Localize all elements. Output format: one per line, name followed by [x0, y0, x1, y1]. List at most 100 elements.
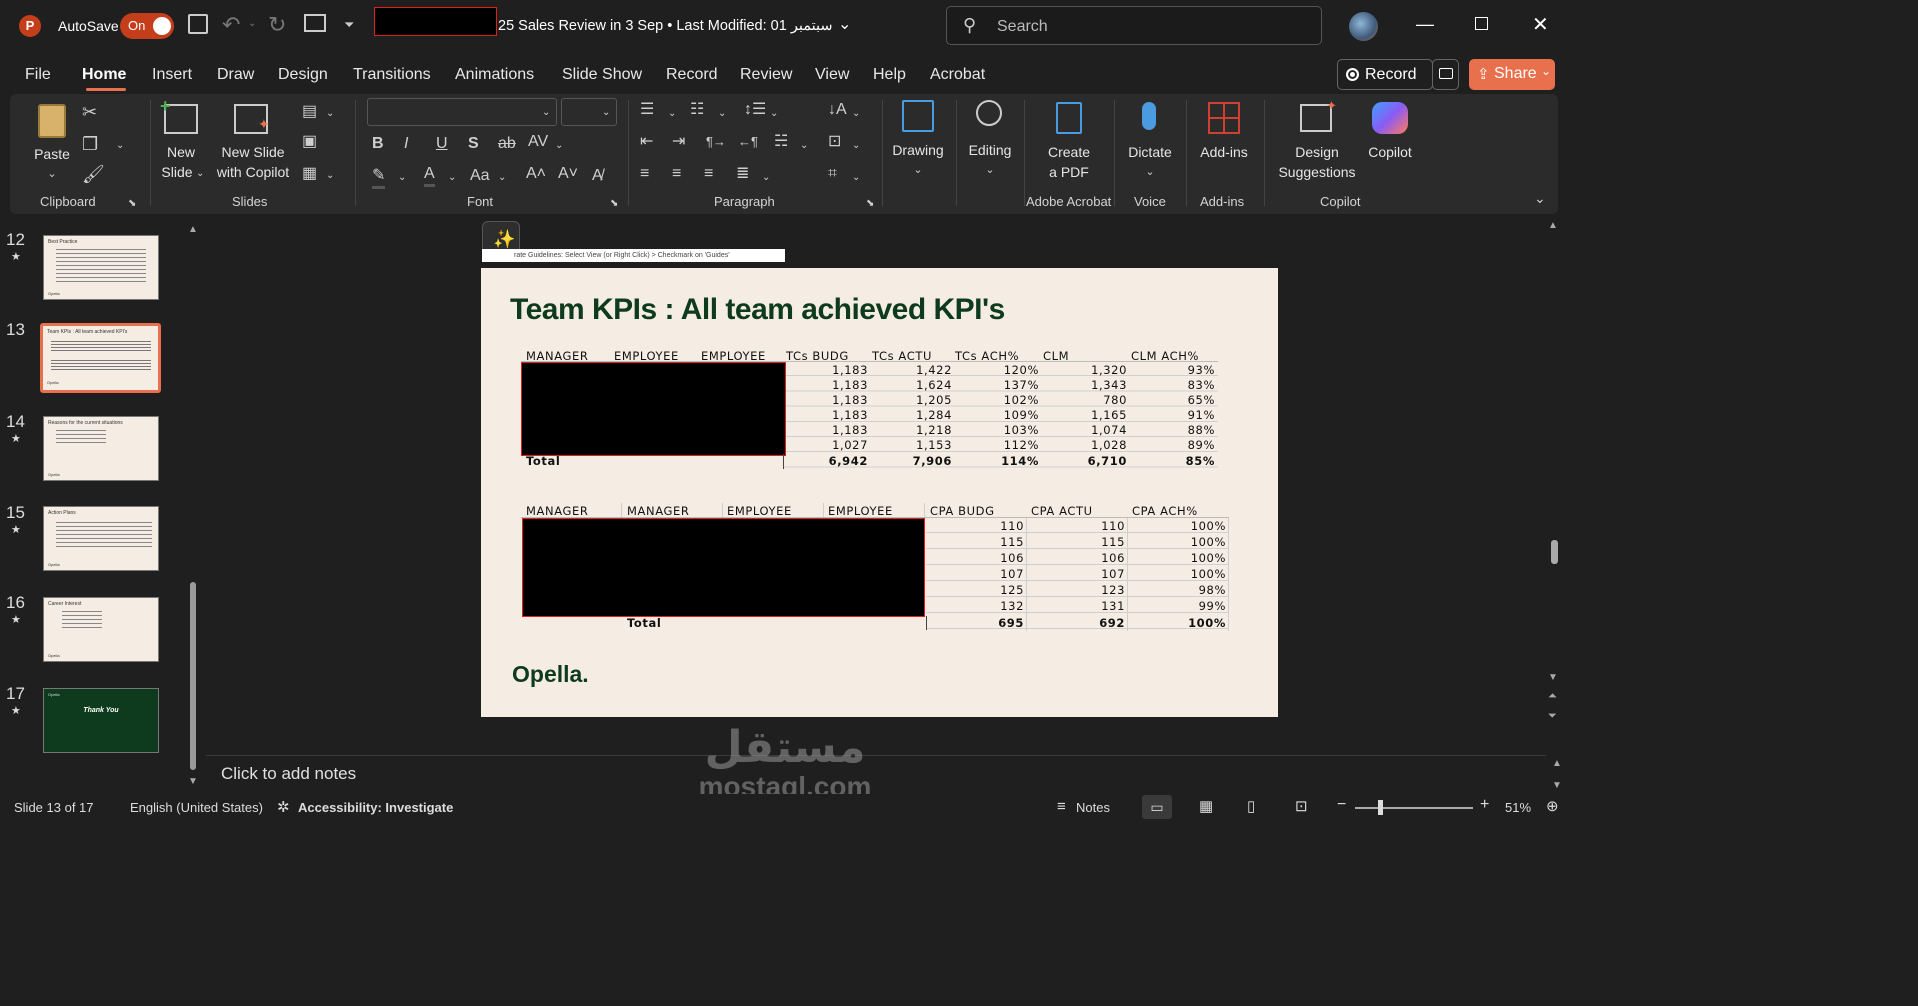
tab-view[interactable]: View — [815, 66, 849, 84]
paste-button[interactable]: Paste ⌄ — [32, 102, 72, 182]
scroll-up-icon[interactable]: ▲ — [188, 224, 198, 235]
notes-placeholder[interactable]: Click to add notes — [221, 764, 356, 784]
next-slide-icon[interactable]: ⏷ — [1548, 710, 1557, 723]
kpi-table-cpa[interactable]: MANAGER MANAGER EMPLOYEE EMPLOYEE CPA BU… — [521, 503, 1229, 631]
language-status[interactable]: English (United States) — [130, 800, 263, 815]
text-direction-icon[interactable]: ↓A — [828, 100, 847, 120]
font-name-dropdown[interactable]: ⌄ — [367, 98, 557, 126]
accessibility-icon[interactable]: ✲ — [277, 798, 290, 816]
tab-draw[interactable]: Draw — [217, 66, 254, 84]
tab-review[interactable]: Review — [740, 66, 792, 84]
drawing-button[interactable]: Drawing ⌄ — [890, 98, 946, 186]
avatar[interactable] — [1349, 12, 1378, 41]
justify-dropdown-icon[interactable]: ⌄ — [762, 168, 770, 188]
undo-dropdown-icon[interactable]: ⌄ — [248, 18, 256, 29]
text-direction-dropdown-icon[interactable]: ⌄ — [852, 104, 860, 124]
kpi-table-tcs-clm[interactable]: MANAGER EMPLOYEE EMPLOYEE TCs BUDG TCs A… — [521, 349, 1218, 470]
search-box[interactable]: ⚲ Search — [946, 6, 1322, 45]
canvas-scroll-up-icon[interactable]: ▲ — [1548, 220, 1558, 231]
smartart-dropdown-icon[interactable]: ⌄ — [852, 168, 860, 188]
canvas-scrollbar[interactable]: ▲ ▼ ⏶ ⏷ — [1548, 220, 1560, 740]
share-button[interactable]: ⇪ Share ⌄ — [1469, 59, 1555, 90]
autosave-toggle[interactable]: On — [120, 13, 174, 39]
copy-icon[interactable]: ❐ — [82, 134, 98, 154]
slideshow-icon[interactable]: ⊡ — [1295, 797, 1308, 815]
previous-slide-icon[interactable]: ⏶ — [1548, 690, 1557, 703]
underline-icon[interactable]: U — [436, 134, 448, 154]
clear-formatting-icon[interactable]: A̸ — [592, 166, 603, 186]
columns-icon[interactable]: ☵ — [774, 132, 788, 152]
font-color-icon[interactable]: A — [424, 164, 435, 187]
normal-view-icon[interactable]: ▭ — [1142, 795, 1172, 819]
present-icon[interactable] — [304, 14, 326, 32]
notes-scroll-down-icon[interactable]: ▼ — [1552, 780, 1562, 791]
bullets-dropdown-icon[interactable]: ⌄ — [668, 104, 676, 124]
notes-icon[interactable]: ≡ — [1057, 798, 1066, 815]
tab-design[interactable]: Design — [278, 66, 328, 84]
design-suggestions-button[interactable]: ✦ Design Suggestions — [1272, 98, 1362, 186]
dictate-button[interactable]: Dictate ⌄ — [1122, 100, 1178, 186]
change-case-dropdown-icon[interactable]: ⌄ — [498, 168, 506, 188]
record-button[interactable]: Record — [1337, 59, 1433, 90]
zoom-slider[interactable] — [1355, 807, 1473, 809]
slide-thumbnail-15[interactable]: Action Plans Opella — [43, 506, 159, 571]
slide-thumbnail-12[interactable]: Best Practice Opella — [43, 235, 159, 300]
increase-font-icon[interactable]: A˄ — [526, 164, 546, 184]
highlight-icon[interactable]: ✎ — [372, 166, 386, 189]
columns-dropdown-icon[interactable]: ⌄ — [800, 136, 808, 156]
font-size-dropdown[interactable]: ⌄ — [561, 98, 617, 126]
undo-icon[interactable]: ↶ — [222, 12, 240, 38]
zoom-in-icon[interactable]: + — [1480, 796, 1489, 814]
slide-thumbnail-13[interactable]: Team KPIs : All team achieved KPI's Opel… — [40, 323, 161, 393]
notes-scroll-up-icon[interactable]: ▲ — [1552, 758, 1562, 769]
tab-home[interactable]: Home — [82, 66, 126, 84]
scroll-thumb[interactable] — [190, 582, 196, 770]
italic-icon[interactable]: I — [404, 134, 408, 154]
minimize-icon[interactable]: — — [1416, 14, 1434, 35]
layout-dropdown-icon[interactable]: ⌄ — [326, 104, 334, 124]
font-color-dropdown-icon[interactable]: ⌄ — [448, 168, 456, 188]
smartart-icon[interactable]: ⌗ — [828, 164, 837, 184]
reset-icon[interactable]: ▣ — [302, 132, 317, 152]
char-spacing-icon[interactable]: AV — [528, 132, 548, 152]
new-slide-with-copilot-button[interactable]: ✦ New Slide with Copilot — [212, 100, 294, 186]
numbering-dropdown-icon[interactable]: ⌄ — [718, 104, 726, 124]
tab-help[interactable]: Help — [873, 66, 906, 84]
font-launcher-icon[interactable]: ⬊ — [610, 194, 618, 214]
increase-indent-icon[interactable]: ⇥ — [672, 132, 685, 152]
slide-sorter-icon[interactable]: ▦ — [1199, 797, 1213, 815]
new-slide-button[interactable]: + New Slide ⌄ — [160, 96, 206, 186]
powerpoint-icon[interactable]: P — [19, 15, 41, 37]
zoom-level[interactable]: 51% — [1505, 800, 1531, 815]
canvas-scroll-thumb[interactable] — [1551, 540, 1558, 564]
tab-record[interactable]: Record — [666, 66, 718, 84]
paragraph-launcher-icon[interactable]: ⬊ — [866, 194, 874, 214]
align-text-dropdown-icon[interactable]: ⌄ — [852, 136, 860, 156]
bold-icon[interactable]: B — [372, 134, 384, 154]
align-right-icon[interactable]: ≡ — [704, 164, 713, 184]
tab-acrobat[interactable]: Acrobat — [930, 66, 985, 84]
highlight-dropdown-icon[interactable]: ⌄ — [398, 168, 406, 188]
line-spacing-dropdown-icon[interactable]: ⌄ — [770, 104, 778, 124]
clipboard-launcher-icon[interactable]: ⬊ — [128, 194, 136, 214]
zoom-out-icon[interactable]: − — [1337, 796, 1346, 814]
slide-thumbnail-17[interactable]: Opella Thank You — [43, 688, 159, 753]
bullets-icon[interactable]: ☰ — [640, 100, 654, 120]
change-case-icon[interactable]: Aa — [470, 166, 490, 186]
thumbnail-scrollbar[interactable]: ▲ ▼ — [188, 224, 198, 789]
accessibility-status[interactable]: Accessibility: Investigate — [298, 800, 453, 815]
rtl-icon[interactable]: ←¶ — [738, 132, 758, 152]
redo-icon[interactable]: ↻ — [268, 12, 286, 38]
cut-icon[interactable]: ✂ — [82, 102, 97, 122]
title-chevron-icon[interactable]: ⌄ — [838, 14, 851, 34]
tab-insert[interactable]: Insert — [152, 66, 192, 84]
document-title[interactable]: 25 Sales Review in 3 Sep • Last Modified… — [498, 18, 833, 34]
copilot-button[interactable]: Copilot — [1362, 100, 1418, 186]
align-left-icon[interactable]: ≡ — [640, 164, 649, 184]
restore-icon[interactable] — [1475, 17, 1488, 30]
editing-button[interactable]: Editing ⌄ — [962, 98, 1018, 186]
decrease-indent-icon[interactable]: ⇤ — [640, 132, 653, 152]
numbering-icon[interactable]: ☷ — [690, 100, 704, 120]
customize-qat-icon[interactable]: ⏷ — [344, 17, 354, 33]
decrease-font-icon[interactable]: A˅ — [558, 164, 578, 184]
